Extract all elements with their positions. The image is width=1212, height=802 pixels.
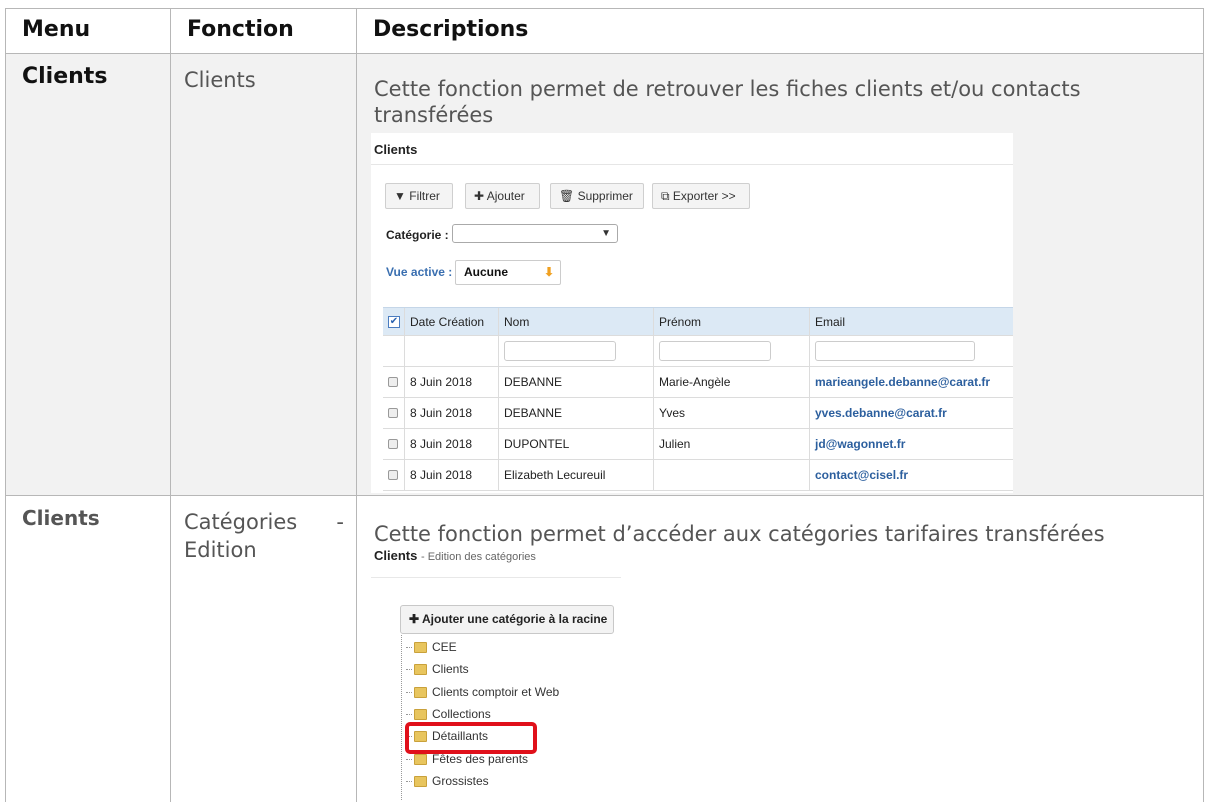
nom-filter-input[interactable]: [504, 341, 616, 361]
delete-button[interactable]: 🗑 Supprimer: [550, 183, 644, 209]
plus-icon: ✚: [409, 612, 420, 626]
folder-icon: [414, 708, 427, 720]
tree-item-clients[interactable]: Clients: [406, 662, 469, 676]
row2-fonction-dash: -: [336, 510, 344, 534]
email-link[interactable]: marieangele.debanne@carat.fr: [810, 367, 1013, 397]
header-fonction-label: Fonction: [187, 17, 294, 42]
col-nom[interactable]: Nom: [499, 308, 654, 335]
table-row[interactable]: 8 Juin 2018 DUPONTEL Julien jd@wagonnet.…: [383, 429, 1013, 460]
tree-item-clients-comptoir[interactable]: Clients comptoir et Web: [406, 685, 559, 699]
row1-fonction-label: Clients: [184, 68, 256, 92]
export-button[interactable]: ⧉ Exporter >>: [652, 183, 750, 209]
header-descriptions-label: Descriptions: [373, 17, 529, 42]
email-filter-input[interactable]: [815, 341, 975, 361]
row2-fonction: Catégories - Edition: [170, 495, 357, 802]
email-link[interactable]: jd@wagonnet.fr: [810, 429, 1013, 459]
select-all-checkbox[interactable]: ✔: [383, 308, 405, 335]
email-link[interactable]: yves.debanne@carat.fr: [810, 398, 1013, 428]
row1-menu-label: Clients: [22, 64, 108, 89]
categorie-select[interactable]: ▼: [452, 224, 618, 243]
row-checkbox[interactable]: [388, 408, 398, 418]
categories-title: Clients - Edition des catégories: [374, 548, 536, 563]
col-date-creation[interactable]: Date Création: [405, 308, 499, 335]
row1-fonction: Clients: [170, 53, 357, 496]
trash-icon: 🗑: [559, 189, 575, 203]
header-menu-label: Menu: [22, 17, 91, 42]
row2-fonction-line2: Edition: [184, 538, 257, 562]
table-row[interactable]: 8 Juin 2018 DEBANNE Marie-Angèle mariean…: [383, 367, 1013, 398]
vue-active-label: Vue active :: [386, 265, 453, 279]
add-button[interactable]: ✚ Ajouter: [465, 183, 540, 209]
row-checkbox[interactable]: [388, 470, 398, 480]
categories-screenshot: Clients - Edition des catégories ✚ Ajout…: [371, 548, 621, 800]
tree-item-fetes[interactable]: Fêtes des parents: [406, 752, 528, 766]
filter-button[interactable]: ▼ Filtrer: [385, 183, 453, 209]
row2-description-text: Cette fonction permet d’accéder aux caté…: [374, 522, 1105, 546]
table-row[interactable]: 8 Juin 2018 DEBANNE Yves yves.debanne@ca…: [383, 398, 1013, 429]
filter-icon: ▼: [394, 189, 406, 203]
clients-list-screenshot: Clients ▼ Filtrer ✚ Ajouter 🗑 Supprimer …: [371, 133, 1013, 493]
col-email[interactable]: Email: [810, 308, 1013, 335]
tree-item-grossistes[interactable]: Grossistes: [406, 774, 489, 788]
title-separator: [371, 577, 621, 578]
prenom-filter-input[interactable]: [659, 341, 771, 361]
email-link[interactable]: contact@cisel.fr: [810, 460, 1013, 490]
chevron-down-icon: ▼: [601, 228, 611, 239]
header-descriptions: Descriptions: [356, 8, 1204, 54]
header-fonction: Fonction: [170, 8, 357, 54]
row-checkbox[interactable]: [388, 439, 398, 449]
plus-icon: ✚: [474, 189, 485, 203]
table-row[interactable]: 8 Juin 2018 Elizabeth Lecureuil contact@…: [383, 460, 1013, 491]
tree-item-collections[interactable]: Collections: [406, 707, 491, 721]
categories-subtitle: - Edition des catégories: [420, 551, 536, 563]
folder-icon: [414, 641, 427, 653]
folder-icon: [414, 775, 427, 787]
export-icon: ⧉: [661, 189, 670, 203]
grid-filter-row: [383, 336, 1013, 367]
grid-header-row: ✔ Date Création Nom Prénom Email: [383, 307, 1013, 336]
row2-menu-label: Clients: [22, 506, 100, 530]
row2-menu: Clients: [5, 495, 171, 802]
row1-description-text: Cette fonction permet de retrouver les f…: [374, 77, 1081, 127]
clients-list-title: Clients: [374, 142, 418, 157]
title-separator: [371, 164, 1013, 165]
tree-item-cee[interactable]: CEE: [406, 640, 457, 654]
highlight-box: [405, 722, 537, 754]
folder-icon: [414, 663, 427, 675]
row1-menu: Clients: [5, 53, 171, 496]
header-menu: Menu: [5, 8, 171, 54]
folder-icon: [414, 686, 427, 698]
folder-icon: [414, 753, 427, 765]
row2-fonction-line1: Catégories: [184, 510, 298, 534]
add-root-category-button[interactable]: ✚ Ajouter une catégorie à la racine: [400, 605, 614, 634]
tree-connector: [401, 635, 402, 800]
row-checkbox[interactable]: [388, 377, 398, 387]
categorie-label: Catégorie :: [386, 228, 449, 242]
arrow-down-icon: ⬇: [543, 265, 554, 279]
vue-active-select[interactable]: Aucune ⬇: [455, 260, 561, 285]
checkmark-icon: ✔: [388, 315, 400, 328]
col-prenom[interactable]: Prénom: [654, 308, 810, 335]
